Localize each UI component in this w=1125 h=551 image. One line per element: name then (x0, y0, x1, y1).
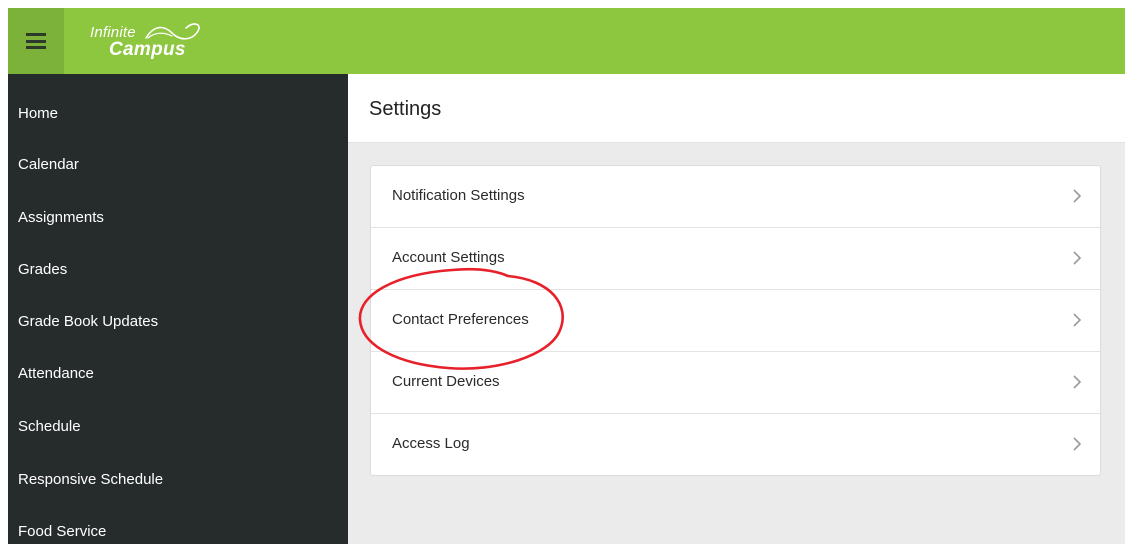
sidebar-item-schedule[interactable]: Schedule (8, 406, 348, 446)
sidebar-item-food-service[interactable]: Food Service (8, 511, 348, 551)
chevron-right-icon (1073, 189, 1082, 203)
sidebar-item-calendar[interactable]: Calendar (8, 144, 348, 184)
settings-item-label: Access Log (392, 435, 470, 452)
settings-item-account-settings[interactable]: Account Settings (371, 228, 1100, 290)
chevron-right-icon (1073, 437, 1082, 451)
infinite-campus-logo[interactable]: Infinite Campus (90, 22, 230, 66)
sidebar-item-label: Attendance (18, 364, 94, 382)
page-header: Settings (348, 74, 1125, 143)
settings-list: Notification Settings Account Settings C… (370, 165, 1101, 476)
app-frame: Infinite Campus Home Calendar Assignment… (0, 0, 1125, 544)
chevron-right-icon (1073, 313, 1082, 327)
settings-item-label: Account Settings (392, 249, 505, 266)
sidebar-item-label: Home (18, 104, 59, 122)
sidebar-item-grade-book-updates[interactable]: Grade Book Updates (8, 301, 348, 341)
settings-item-contact-preferences[interactable]: Contact Preferences (371, 290, 1100, 352)
chevron-right-icon (1073, 375, 1082, 389)
infinity-swoosh-icon (145, 23, 200, 40)
main-content: Settings Notification Settings Account S… (348, 74, 1125, 544)
settings-item-current-devices[interactable]: Current Devices (371, 352, 1100, 414)
menu-button[interactable] (8, 8, 64, 74)
sidebar-item-label: Schedule (18, 417, 81, 435)
sidebar-item-attendance[interactable]: Attendance (8, 353, 348, 393)
settings-item-notification-settings[interactable]: Notification Settings (371, 166, 1100, 228)
sidebar-item-label: Assignments (18, 208, 104, 226)
hamburger-menu-icon (26, 33, 46, 49)
settings-item-label: Contact Preferences (392, 311, 529, 328)
sidebar-item-assignments[interactable]: Assignments (8, 197, 348, 237)
sidebar-item-label: Calendar (18, 155, 79, 173)
settings-item-label: Current Devices (392, 373, 500, 390)
sidebar-item-label: Grades (18, 260, 68, 278)
sidebar-item-label: Food Service (18, 522, 107, 540)
sidebar-item-label: Grade Book Updates (18, 312, 159, 330)
page-title: Settings (369, 98, 442, 120)
sidebar-item-grades[interactable]: Grades (8, 249, 348, 289)
settings-item-label: Notification Settings (392, 187, 525, 204)
sidebar-item-label: Responsive Schedule (18, 470, 164, 488)
sidebar-item-home[interactable]: Home (8, 93, 348, 133)
top-header: Infinite Campus (8, 8, 1125, 74)
sidebar-item-responsive-schedule[interactable]: Responsive Schedule (8, 459, 348, 499)
chevron-right-icon (1073, 251, 1082, 265)
settings-item-access-log[interactable]: Access Log (371, 414, 1100, 476)
sidebar-nav: Home Calendar Assignments Grades Grade B… (8, 74, 348, 544)
